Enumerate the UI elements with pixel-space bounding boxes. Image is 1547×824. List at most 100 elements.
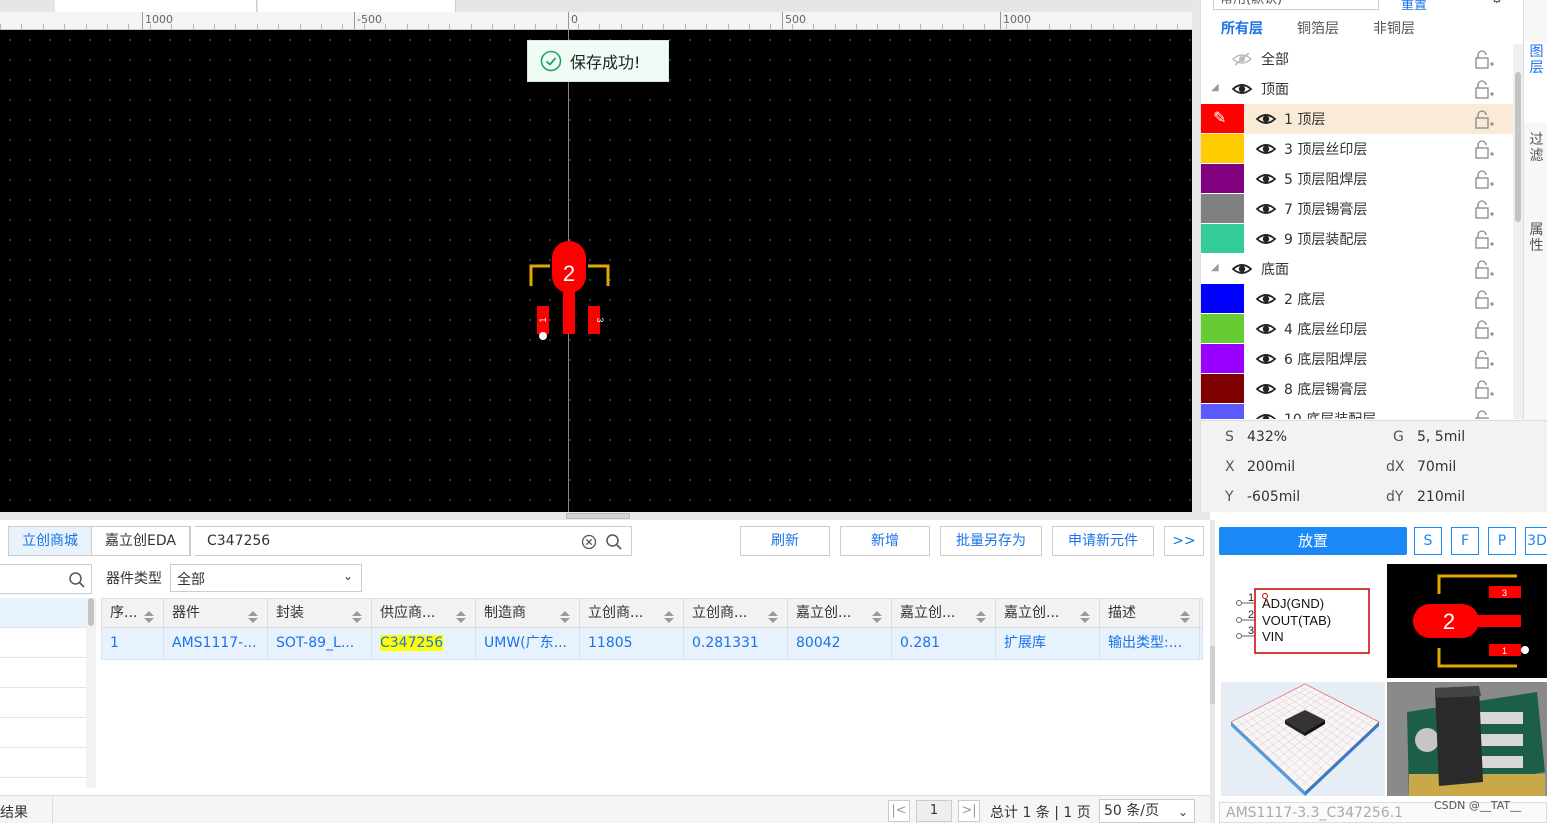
- page-size-select[interactable]: 50 条/页 ⌄: [1099, 799, 1195, 823]
- list-item[interactable]: [0, 718, 86, 748]
- canvas-right-splitter[interactable]: [1192, 0, 1200, 512]
- layer-row[interactable]: ✎ 1 顶层: [1201, 104, 1513, 134]
- eye-hidden-icon[interactable]: [1231, 51, 1253, 71]
- column-header[interactable]: 封装: [268, 599, 372, 629]
- search-icon[interactable]: [68, 571, 86, 589]
- table-cell[interactable]: 扩展库: [996, 628, 1100, 659]
- layer-color-swatch[interactable]: [1201, 314, 1244, 343]
- layer-preset-select[interactable]: 常用(默认): [1213, 0, 1379, 10]
- lock-icon[interactable]: [1473, 110, 1495, 134]
- splitter-grip[interactable]: [566, 513, 630, 519]
- table-cell[interactable]: 0.281331: [684, 628, 788, 659]
- layer-group-row[interactable]: ◢ 顶面: [1201, 74, 1513, 104]
- layer-row[interactable]: 3 顶层丝印层: [1201, 134, 1513, 164]
- collapse-triangle-icon[interactable]: ◢: [1211, 262, 1219, 273]
- sort-icon[interactable]: [247, 606, 259, 629]
- lock-icon[interactable]: [1473, 410, 1495, 419]
- eye-icon[interactable]: [1255, 141, 1277, 161]
- refresh-button[interactable]: 刷新: [740, 526, 830, 556]
- scrollbar-thumb[interactable]: [88, 598, 94, 626]
- view-package-button[interactable]: P: [1488, 527, 1516, 555]
- lock-icon[interactable]: [1473, 350, 1495, 374]
- eye-icon[interactable]: [1255, 351, 1277, 371]
- layer-color-swatch[interactable]: [1201, 344, 1244, 373]
- sort-icon[interactable]: [975, 606, 987, 629]
- sort-icon[interactable]: [663, 606, 675, 629]
- view-footprint-button[interactable]: F: [1451, 527, 1479, 555]
- tab-copper-layers[interactable]: 铜箔层: [1297, 18, 1339, 38]
- layer-list-scrollbar[interactable]: [1513, 44, 1523, 419]
- sort-icon[interactable]: [559, 606, 571, 629]
- layer-color-swatch[interactable]: [1201, 404, 1244, 419]
- pcb-canvas[interactable]: 2 1 3 保存成功!: [0, 30, 1192, 512]
- table-cell[interactable]: 0.281: [892, 628, 996, 659]
- table-cell[interactable]: SOT-89_L...: [268, 628, 372, 659]
- column-header[interactable]: 器件: [164, 599, 268, 629]
- first-page-button[interactable]: |<: [888, 800, 910, 822]
- column-header[interactable]: 嘉立创...: [996, 599, 1100, 629]
- collapse-triangle-icon[interactable]: ◢: [1211, 82, 1219, 93]
- column-header[interactable]: 嘉立创...: [892, 599, 996, 629]
- lock-icon[interactable]: [1473, 200, 1495, 224]
- tab-jlc-eda[interactable]: 嘉立创EDA: [92, 527, 190, 555]
- table-cell[interactable]: C347256: [372, 628, 476, 659]
- sort-icon[interactable]: [455, 606, 467, 629]
- pad-2-tab[interactable]: [563, 286, 575, 334]
- layer-color-swatch[interactable]: [1201, 164, 1244, 193]
- list-item[interactable]: [0, 598, 86, 628]
- eye-icon[interactable]: [1255, 171, 1277, 191]
- reset-button[interactable]: 重置: [1401, 0, 1427, 13]
- lock-icon[interactable]: [1473, 290, 1495, 314]
- tab-lcsc-mall[interactable]: 立创商城: [9, 527, 92, 555]
- canvas-bottom-splitter[interactable]: [0, 512, 1210, 520]
- layer-color-swatch[interactable]: [1201, 224, 1244, 253]
- tab-non-copper-layers[interactable]: 非铜层: [1373, 18, 1415, 38]
- library-search-box[interactable]: C347256: [195, 526, 632, 556]
- lock-icon[interactable]: [1473, 170, 1495, 194]
- lock-icon[interactable]: [1473, 380, 1495, 404]
- table-row[interactable]: 1 AMS1117-... SOT-89_L... C347256 UMW(广东... 1…: [101, 628, 1203, 660]
- column-header[interactable]: 序...: [102, 599, 164, 629]
- layer-row[interactable]: 7 顶层锡膏层: [1201, 194, 1513, 224]
- document-tab[interactable]: [258, 0, 456, 12]
- place-button[interactable]: 放置: [1219, 527, 1407, 555]
- search-icon[interactable]: [605, 533, 623, 551]
- table-cell[interactable]: 输出类型:...: [1100, 628, 1200, 659]
- footprint-drawing[interactable]: 2 1 3: [520, 206, 620, 346]
- request-new-part-button[interactable]: 申请新元件: [1052, 526, 1154, 556]
- sort-icon[interactable]: [1079, 606, 1091, 629]
- list-item[interactable]: [0, 688, 86, 718]
- column-header[interactable]: 描述: [1100, 599, 1200, 629]
- column-header[interactable]: 立创商...: [684, 599, 788, 629]
- settings-gear-icon[interactable]: ⚙: [1491, 0, 1503, 7]
- eye-icon[interactable]: [1255, 411, 1277, 419]
- eye-icon[interactable]: [1255, 111, 1277, 131]
- sort-icon[interactable]: [351, 606, 363, 629]
- eye-icon[interactable]: [1255, 381, 1277, 401]
- lock-icon[interactable]: [1473, 320, 1495, 344]
- eye-icon[interactable]: [1255, 231, 1277, 251]
- layer-row[interactable]: 10 底层装配层: [1201, 404, 1513, 419]
- eye-icon[interactable]: [1231, 81, 1253, 101]
- table-cell[interactable]: AMS1117-...: [164, 628, 268, 659]
- view-3d-button[interactable]: 3D: [1525, 527, 1547, 555]
- table-cell[interactable]: 80042: [788, 628, 892, 659]
- sort-icon[interactable]: [1179, 606, 1191, 629]
- column-header[interactable]: 供应商...: [372, 599, 476, 629]
- layer-color-swatch[interactable]: [1201, 284, 1244, 313]
- tab-all-layers[interactable]: 所有层: [1221, 18, 1263, 38]
- view-symbol-button[interactable]: S: [1414, 527, 1442, 555]
- sort-icon[interactable]: [143, 606, 155, 629]
- layer-row[interactable]: 9 顶层装配层: [1201, 224, 1513, 254]
- layer-group-row[interactable]: ◢ 底面: [1201, 254, 1513, 284]
- lock-icon[interactable]: [1473, 230, 1495, 254]
- layer-row[interactable]: 2 底层: [1201, 284, 1513, 314]
- column-header[interactable]: 制造商: [476, 599, 580, 629]
- eye-icon[interactable]: [1255, 201, 1277, 221]
- current-page[interactable]: 1: [916, 800, 952, 822]
- more-button[interactable]: >>: [1164, 526, 1204, 556]
- layer-color-swatch[interactable]: [1201, 134, 1244, 163]
- add-button[interactable]: 新增: [840, 526, 930, 556]
- side-tab-layers[interactable]: 图层: [1524, 42, 1547, 122]
- lock-icon[interactable]: [1473, 140, 1495, 164]
